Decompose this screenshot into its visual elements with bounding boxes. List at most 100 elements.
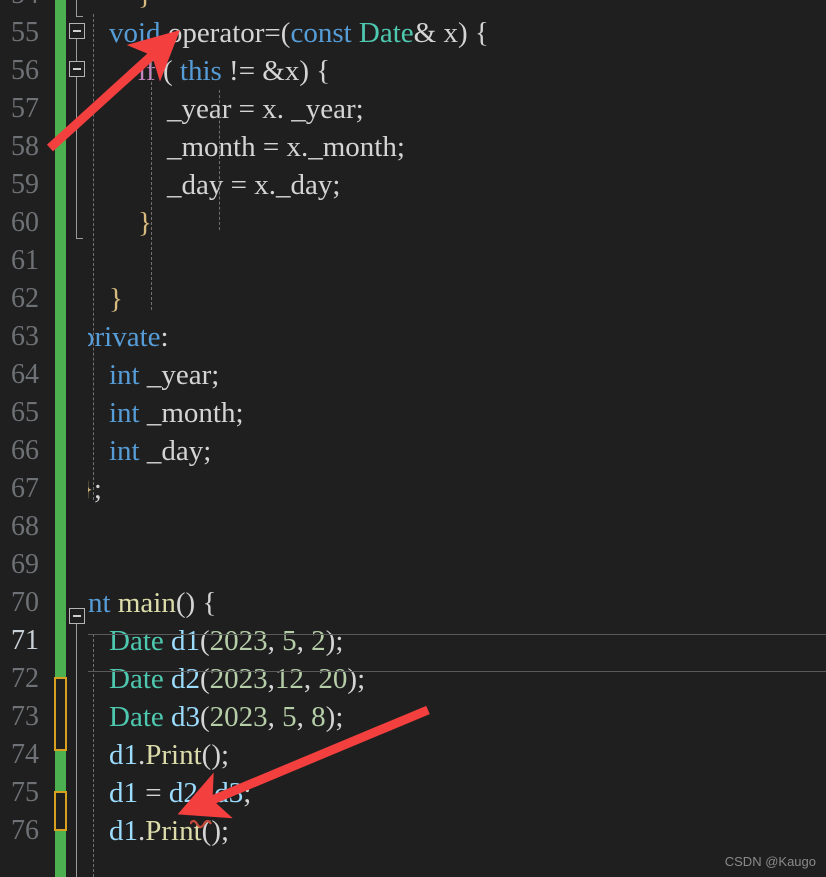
code-token: 8 bbox=[311, 701, 326, 733]
line-number-66: 66 bbox=[11, 435, 39, 466]
code-token: _day = x._day; bbox=[80, 169, 341, 201]
fold-tick bbox=[76, 16, 83, 17]
code-token: 12 bbox=[274, 663, 304, 695]
fold-line bbox=[76, 0, 77, 16]
code-token: void bbox=[109, 17, 161, 49]
line-number-67: 67 bbox=[11, 473, 39, 504]
code-line-75[interactable]: d1 = d2=d3; bbox=[0, 774, 826, 812]
code-line-68[interactable] bbox=[0, 508, 826, 546]
line-number-63: 63 bbox=[11, 321, 39, 352]
line-number-61: 61 bbox=[11, 245, 39, 276]
code-token: 5 bbox=[282, 701, 297, 733]
code-line-73[interactable]: Date d3(2023, 5, 8); bbox=[0, 698, 826, 736]
code-token: Date bbox=[109, 625, 164, 657]
code-token: d1 bbox=[171, 625, 200, 657]
fold-toggle-line-55[interactable] bbox=[69, 23, 85, 39]
code-token: d3 bbox=[214, 777, 244, 809]
code-token: _month = x._month; bbox=[80, 131, 405, 163]
line-number-68: 68 bbox=[11, 511, 39, 542]
code-token: int bbox=[109, 435, 140, 467]
fold-tick bbox=[76, 238, 83, 239]
code-line-67[interactable]: }; bbox=[0, 470, 826, 508]
line-number-54: 54 bbox=[0, 0, 39, 14]
code-line-65[interactable]: int _month; bbox=[0, 394, 826, 432]
code-token: , bbox=[296, 625, 312, 657]
code-line-76[interactable]: d1.Print(); bbox=[0, 812, 826, 850]
fold-toggle-line-56[interactable] bbox=[69, 61, 85, 77]
code-token: (); bbox=[201, 815, 230, 847]
code-line-56[interactable]: if ( this != &x) { bbox=[0, 52, 826, 90]
code-line-61[interactable] bbox=[0, 242, 826, 280]
code-token: int bbox=[109, 359, 140, 391]
code-token: 2 bbox=[311, 625, 326, 657]
line-number-60: 60 bbox=[11, 207, 39, 238]
line-number-73: 73 bbox=[11, 701, 39, 732]
code-token: ); bbox=[347, 663, 366, 695]
code-line-58[interactable]: _month = x._month; bbox=[0, 128, 826, 166]
code-token: d1 bbox=[109, 777, 138, 809]
code-line-55[interactable]: void operator=(const Date& x) { bbox=[0, 14, 826, 52]
code-line-66[interactable]: int _day; bbox=[0, 432, 826, 470]
line-number-71: 71 bbox=[11, 625, 39, 656]
code-token: = bbox=[138, 777, 169, 809]
code-line-70[interactable]: int main() { bbox=[0, 584, 826, 622]
code-token: 2023 bbox=[209, 663, 268, 695]
fold-column[interactable] bbox=[66, 0, 88, 877]
code-line-62[interactable]: } bbox=[0, 280, 826, 318]
code-token: d2 bbox=[168, 777, 198, 809]
code-token: , bbox=[296, 701, 312, 733]
indent-guide bbox=[151, 52, 152, 310]
code-token: d3 bbox=[171, 701, 200, 733]
code-editor-screenshot: } void operator=(const Date& x) { if ( t… bbox=[0, 0, 826, 877]
code-token: this bbox=[179, 55, 222, 87]
code-line-54[interactable]: } bbox=[0, 0, 826, 14]
line-number-76: 76 bbox=[11, 815, 39, 846]
code-line-60[interactable]: } bbox=[0, 204, 826, 242]
code-token: , bbox=[267, 625, 283, 657]
code-token: 2023 bbox=[209, 701, 268, 733]
code-token: 5 bbox=[282, 625, 297, 657]
line-number-58: 58 bbox=[11, 131, 39, 162]
indent-guide bbox=[219, 90, 220, 230]
code-token: d1 bbox=[109, 815, 138, 847]
code-token: ; bbox=[93, 473, 102, 505]
code-line-72[interactable]: Date d2(2023,12, 20); bbox=[0, 660, 826, 698]
code-token: = bbox=[197, 777, 215, 809]
code-token: , bbox=[303, 663, 319, 695]
code-line-59[interactable]: _day = x._day; bbox=[0, 166, 826, 204]
code-line-57[interactable]: _year = x. _year; bbox=[0, 90, 826, 128]
code-token: ); bbox=[325, 625, 344, 657]
fold-toggle-line-70[interactable] bbox=[69, 608, 85, 624]
pending-change-marker bbox=[54, 677, 67, 751]
code-token: int bbox=[109, 397, 140, 429]
line-number-57: 57 bbox=[11, 93, 39, 124]
code-line-71[interactable]: Date d1(2023, 5, 2); bbox=[0, 622, 826, 660]
code-token: Date bbox=[109, 701, 164, 733]
code-token: operator=( bbox=[160, 17, 291, 49]
line-number-72: 72 bbox=[11, 663, 39, 694]
line-number-gutter: 54 55 56 57 58 59 60 61 62 63 64 65 66 67 68 69 70 71 72 73… bbox=[0, 0, 42, 877]
fold-line bbox=[76, 77, 77, 239]
code-content[interactable]: } void operator=(const Date& x) { if ( t… bbox=[0, 0, 826, 877]
code-token: () { bbox=[175, 587, 217, 619]
pending-change-marker bbox=[54, 791, 67, 831]
code-line-69[interactable] bbox=[0, 546, 826, 584]
code-line-64[interactable]: int _year; bbox=[0, 356, 826, 394]
code-line-74[interactable]: d1.Print(); bbox=[0, 736, 826, 774]
code-token: Date bbox=[358, 17, 414, 49]
line-number-55: 55 bbox=[11, 17, 39, 48]
code-token: if bbox=[138, 55, 156, 87]
code-line-63[interactable]: private: bbox=[0, 318, 826, 356]
code-token: } bbox=[80, 207, 152, 239]
code-token: d2 bbox=[171, 663, 200, 695]
code-token: ( bbox=[200, 701, 210, 733]
fold-line bbox=[76, 39, 77, 62]
line-number-74: 74 bbox=[11, 739, 39, 770]
code-token: const bbox=[290, 17, 352, 49]
code-token: } bbox=[80, 0, 152, 11]
watermark: CSDN @Kaugo bbox=[724, 854, 816, 869]
